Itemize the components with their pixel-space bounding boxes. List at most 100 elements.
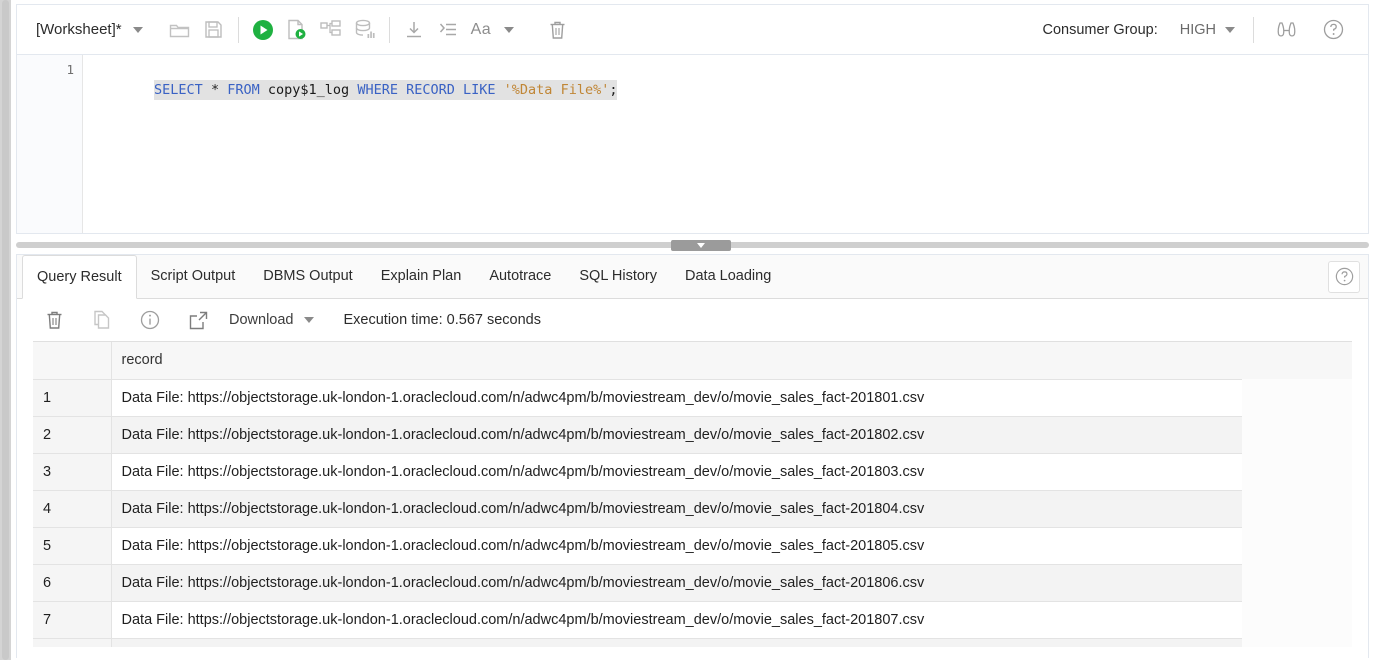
tab-label: Data Loading — [685, 268, 771, 284]
toolbar-divider-3 — [1253, 17, 1254, 43]
results-help-icon[interactable] — [1328, 261, 1360, 293]
sql-token-13 — [496, 82, 504, 98]
tab-label: Autotrace — [489, 268, 551, 284]
row-number: 4 — [33, 490, 111, 527]
font-size-caret-icon[interactable] — [504, 27, 514, 33]
row-number: 5 — [33, 527, 111, 564]
sql-token-14: '%Data File%' — [504, 82, 610, 98]
results-panel: Query Result Script Output DBMS Output Expl… — [16, 254, 1369, 658]
tab-autotrace[interactable]: Autotrace — [475, 255, 565, 298]
results-toolbar: Download Execution time: 0.567 seconds — [17, 299, 1368, 341]
editor-toolbar: [Worksheet]* — [17, 5, 1368, 55]
execution-time-label: Execution time: 0.567 seconds — [344, 312, 541, 328]
sql-token-8: WHERE — [357, 82, 398, 98]
cell-record[interactable]: Data File: https://objectstorage.uk-lond… — [111, 638, 1242, 647]
grid-right-filler — [1242, 379, 1352, 647]
download-results-label[interactable]: Download — [229, 312, 294, 328]
table-row[interactable]: 4Data File: https://objectstorage.uk-lon… — [33, 490, 1242, 527]
left-edge-scrollbar-thumb[interactable] — [2, 0, 9, 660]
copy-icon[interactable] — [85, 303, 119, 337]
consumer-group-label: Consumer Group: — [1043, 22, 1158, 38]
tab-label: Query Result — [37, 269, 122, 285]
sql-token-2: * — [211, 82, 219, 98]
cell-record[interactable]: Data File: https://objectstorage.uk-lond… — [111, 564, 1242, 601]
toolbar-right-group: Consumer Group: HIGH — [1043, 13, 1369, 47]
sql-editor-body[interactable]: 1 SELECT * FROM copy$1_log WHERE RECORD … — [17, 55, 1368, 233]
sql-token-3 — [219, 82, 227, 98]
cell-record[interactable]: Data File: https://objectstorage.uk-lond… — [111, 453, 1242, 490]
row-number: 1 — [33, 379, 111, 416]
table-row[interactable]: 3Data File: https://objectstorage.uk-lon… — [33, 453, 1242, 490]
tab-explain-plan[interactable]: Explain Plan — [367, 255, 476, 298]
clear-results-icon[interactable] — [37, 303, 71, 337]
autotrace-icon[interactable] — [348, 13, 382, 47]
open-in-new-icon[interactable] — [181, 303, 215, 337]
run-script-icon[interactable] — [280, 13, 314, 47]
tab-script-output[interactable]: Script Output — [137, 255, 250, 298]
cell-record[interactable]: Data File: https://objectstorage.uk-lond… — [111, 379, 1242, 416]
tab-data-loading[interactable]: Data Loading — [671, 255, 785, 298]
font-size-icon[interactable]: Aa — [465, 13, 498, 47]
table-row[interactable]: 8Data File: https://objectstorage.uk-lon… — [33, 638, 1242, 647]
consumer-group-caret-icon[interactable] — [1225, 27, 1235, 33]
sql-line-1[interactable]: SELECT * FROM copy$1_log WHERE RECORD LI… — [154, 80, 617, 100]
clear-icon[interactable] — [540, 13, 574, 47]
cell-record[interactable]: Data File: https://objectstorage.uk-lond… — [111, 416, 1242, 453]
table-row[interactable]: 6Data File: https://objectstorage.uk-lon… — [33, 564, 1242, 601]
panel-splitter[interactable] — [16, 240, 1369, 250]
sql-editor-panel: [Worksheet]* — [16, 4, 1369, 234]
table-row[interactable]: 5Data File: https://objectstorage.uk-lon… — [33, 527, 1242, 564]
save-icon[interactable] — [197, 13, 231, 47]
sql-worksheet-app: [Worksheet]* — [0, 0, 1381, 660]
header-row: record — [33, 342, 1242, 379]
results-grid-wrapper[interactable]: record 1Data File: https://objectstorage… — [33, 341, 1352, 647]
sql-token-5 — [260, 82, 268, 98]
tab-label: Script Output — [151, 268, 236, 284]
help-icon[interactable] — [1316, 13, 1350, 47]
run-statement-icon[interactable] — [246, 13, 280, 47]
sql-token-12: LIKE — [463, 82, 496, 98]
sql-code-area[interactable]: SELECT * FROM copy$1_log WHERE RECORD LI… — [83, 55, 1368, 233]
chevron-down-icon[interactable] — [697, 243, 705, 248]
worksheet-name: [Worksheet]* — [36, 21, 122, 38]
download-icon[interactable] — [397, 13, 431, 47]
tab-label: Explain Plan — [381, 268, 462, 284]
cell-record[interactable]: Data File: https://objectstorage.uk-lond… — [111, 490, 1242, 527]
worksheet-dropdown-caret-icon[interactable] — [133, 27, 143, 33]
sql-token-4: FROM — [227, 82, 260, 98]
table-row[interactable]: 1Data File: https://objectstorage.uk-lon… — [33, 379, 1242, 416]
sql-token-11 — [455, 82, 463, 98]
results-grid-header: record — [33, 342, 1242, 379]
row-number: 7 — [33, 601, 111, 638]
editor-gutter: 1 — [17, 55, 83, 233]
info-icon[interactable] — [133, 303, 167, 337]
font-size-label: Aa — [471, 21, 492, 39]
row-number: 8 — [33, 638, 111, 647]
consumer-group-value[interactable]: HIGH — [1180, 22, 1216, 38]
find-icon[interactable] — [1270, 13, 1304, 47]
header-rownum — [33, 342, 111, 379]
row-number: 3 — [33, 453, 111, 490]
tab-dbms-output[interactable]: DBMS Output — [249, 255, 366, 298]
line-number: 1 — [17, 60, 82, 80]
download-caret-icon[interactable] — [304, 317, 314, 323]
sql-token-10: RECORD — [406, 82, 455, 98]
left-edge-scrollbar[interactable] — [0, 0, 11, 660]
explain-plan-icon[interactable] — [314, 13, 348, 47]
results-grid-body: 1Data File: https://objectstorage.uk-lon… — [33, 379, 1242, 647]
panel-splitter-handle[interactable] — [671, 240, 731, 251]
tab-label: DBMS Output — [263, 268, 352, 284]
table-row[interactable]: 7Data File: https://objectstorage.uk-lon… — [33, 601, 1242, 638]
open-folder-icon[interactable] — [163, 13, 197, 47]
sql-token-9 — [398, 82, 406, 98]
tab-query-result[interactable]: Query Result — [22, 255, 137, 299]
results-tabs: Query Result Script Output DBMS Output Expl… — [17, 255, 1368, 299]
format-icon[interactable] — [431, 13, 465, 47]
cell-record[interactable]: Data File: https://objectstorage.uk-lond… — [111, 601, 1242, 638]
table-row[interactable]: 2Data File: https://objectstorage.uk-lon… — [33, 416, 1242, 453]
toolbar-divider-1 — [238, 17, 239, 43]
header-record: record — [111, 342, 1242, 379]
cell-record[interactable]: Data File: https://objectstorage.uk-lond… — [111, 527, 1242, 564]
tab-sql-history[interactable]: SQL History — [565, 255, 671, 298]
row-number: 6 — [33, 564, 111, 601]
